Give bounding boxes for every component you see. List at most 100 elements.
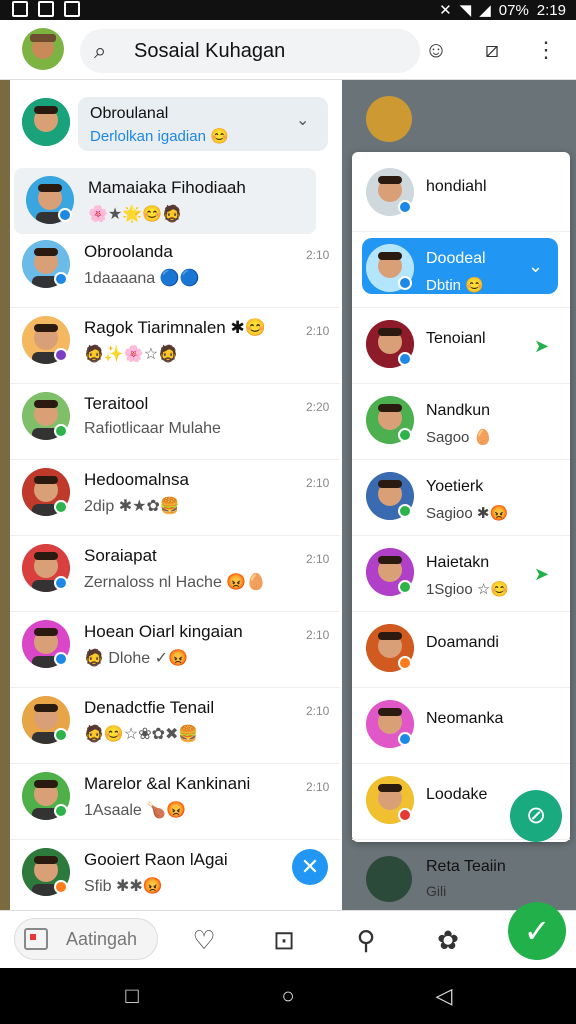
search-icon[interactable]: ⌕: [94, 38, 106, 64]
contact-list-item[interactable]: Doodeal Dbtin 😊 ⌄: [352, 232, 570, 308]
background-avatar: [366, 856, 412, 902]
contact-list-item[interactable]: Yoetierk Sagioo ✱😡: [352, 460, 570, 536]
stickers-icon[interactable]: ✿: [432, 924, 464, 956]
chat-list-item[interactable]: Ragok Tiarimnalen ✱😊 🧔✨🌸☆🧔 2:10: [10, 308, 340, 384]
home-icon[interactable]: ○: [276, 984, 300, 1008]
contact-list-item[interactable]: Nandkun Sagoo 🥚: [352, 384, 570, 460]
chat-name: Teraitool: [84, 394, 149, 413]
chat-name: Hedoomalnsa: [84, 470, 189, 489]
chevron-down-icon[interactable]: ⌄: [296, 110, 309, 130]
background-chat-name: Reta Teaiin: [426, 858, 506, 875]
chat-list-item[interactable]: Obroolanda 1daaaana 🔵🔵 2:10: [10, 232, 340, 308]
status-badge: [54, 880, 68, 894]
status-badge: [398, 352, 412, 366]
status-bar: ✕ ◥ ◢ 07% 2:19: [0, 0, 576, 20]
chat-name: Ragok Tiarimnalen ✱😊: [84, 318, 266, 337]
recents-icon[interactable]: □: [120, 984, 144, 1008]
chat-time: 2:10: [306, 476, 330, 490]
contact-status: Sagoo 🥚: [426, 429, 493, 446]
chat-list-item[interactable]: Hoean Oiarl kingaian 🧔 Dlohe ✓😡 2:10: [10, 612, 340, 688]
status-badge: [54, 500, 68, 514]
background-edge: [0, 80, 10, 910]
chat-list-item[interactable]: Gooiert Raon lAgai Sfib ✱✱😡: [10, 840, 340, 916]
chat-preview: 1Asaale 🍗😡: [84, 802, 187, 819]
notification-icon: [38, 1, 54, 17]
chat-time: 2:20: [306, 400, 330, 414]
status-badge: [54, 728, 68, 742]
new-chat-fab-button[interactable]: ⊘: [510, 790, 562, 842]
chat-preview: Zernaloss nl Hache 😡🥚: [84, 574, 267, 591]
chat-list-item[interactable]: Denadctfie Tenail 🧔😊☆❀✿✖🍔 2:10: [10, 688, 340, 764]
chat-preview: 🧔✨🌸☆🧔: [84, 346, 179, 363]
status-badge: [398, 428, 412, 442]
mute-icon: ✕: [439, 2, 452, 19]
pin-icon: ➤: [534, 336, 550, 356]
contact-status: Dbtin 😊: [426, 277, 484, 294]
clock: 2:19: [536, 1, 566, 19]
chat-time: 2:10: [306, 248, 330, 262]
status-badge: [54, 424, 68, 438]
edit-icon[interactable]: ⧄: [478, 36, 506, 64]
back-icon[interactable]: ◁: [432, 984, 456, 1008]
folder-title: Obroulanal: [90, 105, 169, 122]
status-badge: [398, 656, 412, 670]
contact-name: Yoetierk: [426, 478, 484, 495]
chat-list-item[interactable]: Teraitool Rafiotlicaar Mulahe 2:20: [10, 384, 340, 460]
profile-avatar[interactable]: [22, 28, 64, 70]
contact-status: 1Sgioo ☆😊: [426, 581, 509, 598]
flag-icon: [24, 928, 48, 950]
chat-preview: 🌸★🌟😊🧔: [88, 206, 183, 223]
background-avatar: [366, 96, 412, 142]
chat-list-item[interactable]: Hedoomalnsa 2dip ✱★✿🍔 2:10: [10, 460, 340, 536]
contact-list-item[interactable]: hondiahl: [352, 156, 570, 232]
chat-name: Gooiert Raon lAgai: [84, 850, 228, 869]
confirm-fab-button[interactable]: ✓: [508, 902, 566, 960]
pin-icon: ➤: [534, 564, 550, 584]
contact-name: Neomanka: [426, 710, 504, 727]
status-badge: [54, 576, 68, 590]
notification-icon: [64, 1, 80, 17]
chat-bubble-icon[interactable]: ☺: [422, 36, 450, 64]
contact-list-item[interactable]: Doamandi: [352, 612, 570, 688]
status-badge: [398, 580, 412, 594]
battery-text: 07%: [498, 1, 529, 19]
chat-name: Obroolanda: [84, 242, 173, 261]
folder-subtitle: Derlolkan igadian 😊: [90, 128, 229, 145]
status-badge: [398, 200, 412, 214]
contact-name: Loodake: [426, 786, 488, 803]
search-input[interactable]: Sosaial Kuhagan: [134, 40, 285, 63]
chat-name: Marelor &al Kankinani: [84, 774, 251, 793]
status-badge: [54, 272, 68, 286]
contact-name: Tenoianl: [426, 330, 486, 347]
background-chat-preview: Gili: [426, 883, 447, 899]
contact-list-item[interactable]: Neomanka: [352, 688, 570, 764]
notification-icon: [12, 1, 28, 17]
chat-list-item[interactable]: Soraiapat Zernaloss nl Hache 😡🥚 2:10: [10, 536, 340, 612]
contact-list-item[interactable]: Tenoianl ➤: [352, 308, 570, 384]
chat-time: 2:10: [306, 704, 330, 718]
wifi-icon: ◥: [459, 2, 472, 19]
status-badge: [54, 804, 68, 818]
chat-time: 2:10: [306, 780, 330, 794]
contact-list-item[interactable]: Haietakn 1Sgioo ☆😊 ➤: [352, 536, 570, 612]
person-icon[interactable]: ⚲: [350, 924, 382, 956]
chat-preview: 🧔 Dlohe ✓😡: [84, 650, 188, 667]
contact-name: hondiahl: [426, 178, 487, 195]
status-badge: [54, 348, 68, 362]
chat-preview: 2dip ✱★✿🍔: [84, 498, 180, 515]
chat-name: Soraiapat: [84, 546, 157, 565]
heart-icon[interactable]: ♡: [188, 924, 220, 956]
close-fab-button[interactable]: ✕: [292, 849, 328, 885]
status-badge: [398, 504, 412, 518]
archive-box-icon[interactable]: ⊡: [268, 924, 300, 956]
chat-name: Mamaiaka Fihodiaah: [88, 178, 246, 197]
contact-name: Haietakn: [426, 554, 490, 571]
status-badge: [398, 732, 412, 746]
chat-list-item[interactable]: Marelor &al Kankinani 1Asaale 🍗😡 2:10: [10, 764, 340, 840]
chat-list-item[interactable]: Mamaiaka Fihodiaah 🌸★🌟😊🧔: [14, 168, 316, 234]
chat-name: Denadctfie Tenail: [84, 698, 215, 717]
chevron-down-icon[interactable]: ⌄: [528, 256, 543, 277]
chat-time: 2:10: [306, 324, 330, 338]
more-icon[interactable]: ⋮: [532, 36, 560, 64]
chat-time: 2:10: [306, 628, 330, 642]
